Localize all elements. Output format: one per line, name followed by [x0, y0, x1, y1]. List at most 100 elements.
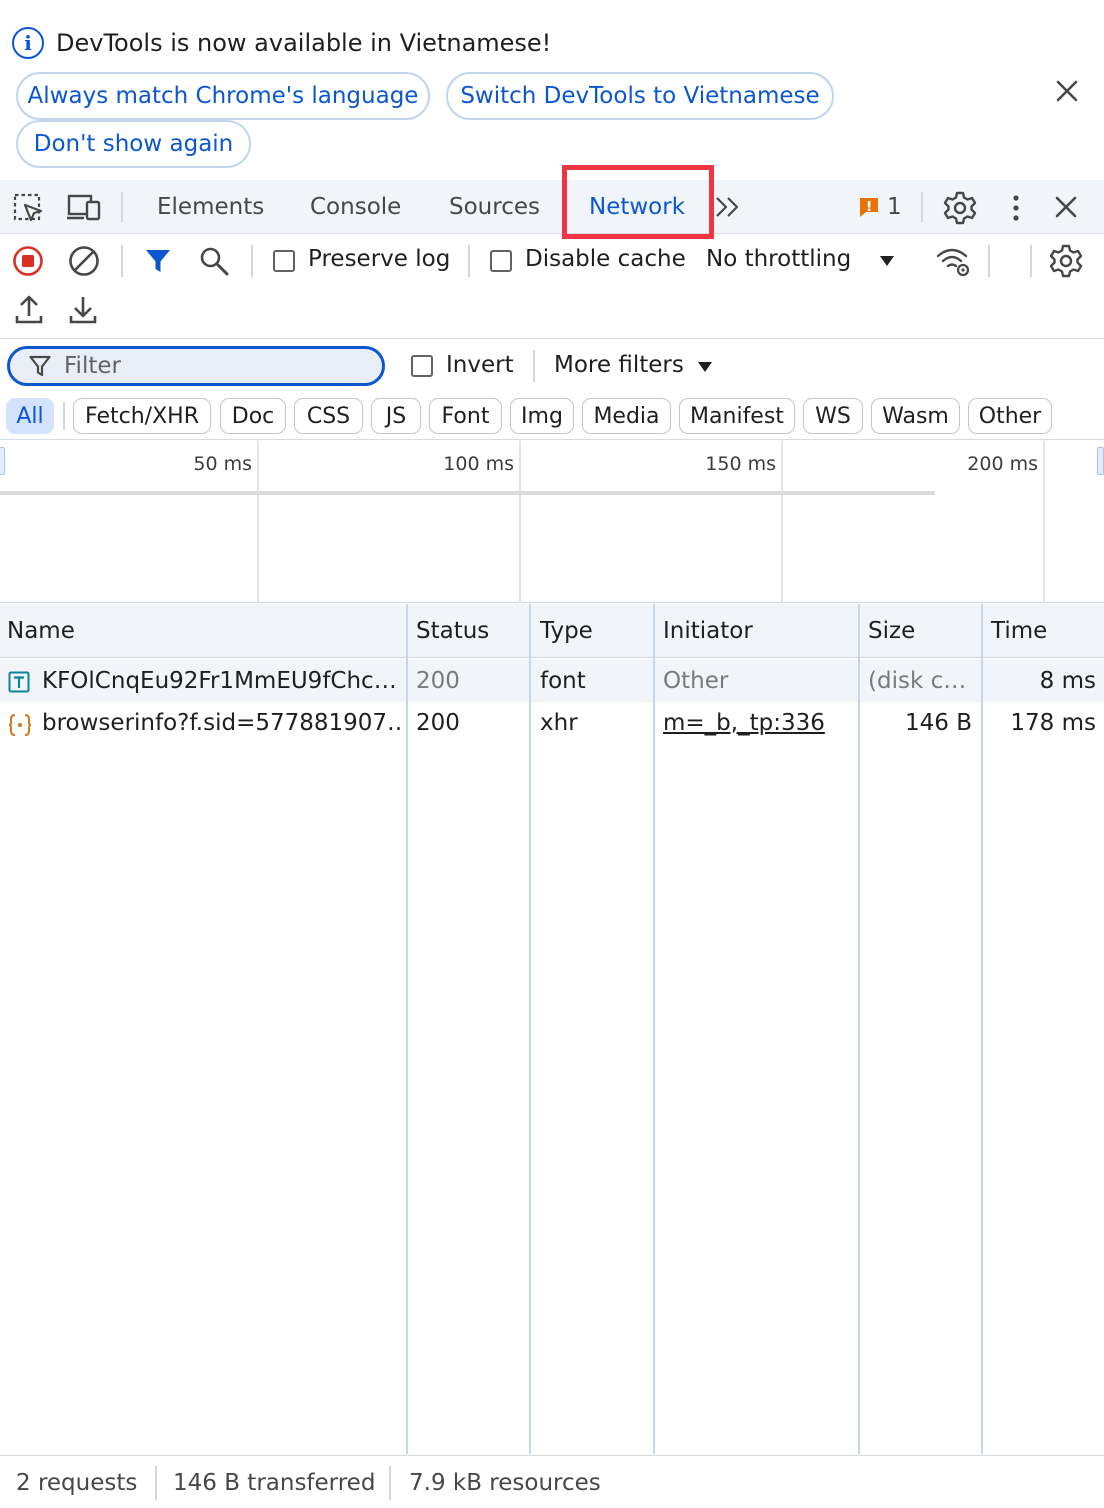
- info-icon: i: [12, 27, 44, 59]
- column-divider[interactable]: [981, 604, 983, 1454]
- filter-funnel-icon[interactable]: [142, 244, 174, 278]
- network-conditions-wifi-icon[interactable]: [934, 243, 974, 279]
- summary-separator: [389, 1466, 391, 1500]
- network-toolbar: Preserve log Disable cache No throttling: [0, 235, 1104, 339]
- chip-media[interactable]: Media: [582, 398, 671, 434]
- column-header-time[interactable]: Time: [991, 604, 1047, 658]
- tab-elements[interactable]: Elements: [157, 180, 264, 234]
- close-devtools-icon[interactable]: [1048, 189, 1084, 225]
- column-header-initiator[interactable]: Initiator: [663, 604, 753, 658]
- chip-img[interactable]: Img: [510, 398, 574, 434]
- chip-js[interactable]: JS: [371, 398, 421, 434]
- timeline-gridline: [781, 441, 783, 603]
- resources-size: 7.9 kB resources: [409, 1469, 601, 1496]
- tabbar-separator: [921, 192, 923, 222]
- column-header-type[interactable]: Type: [540, 604, 593, 658]
- column-divider[interactable]: [858, 604, 860, 1454]
- table-row[interactable]: browserinfo?f.sid=577881907… 200 xhr m=_…: [0, 702, 1104, 744]
- request-name[interactable]: browserinfo?f.sid=577881907…: [42, 702, 400, 744]
- chip-other[interactable]: Other: [968, 398, 1052, 434]
- chip-css[interactable]: CSS: [294, 398, 363, 434]
- column-header-name[interactable]: Name: [7, 604, 75, 658]
- chip-ws[interactable]: WS: [803, 398, 863, 434]
- device-toolbar-icon[interactable]: [66, 190, 102, 226]
- disable-cache-checkbox[interactable]: [490, 250, 512, 272]
- table-row[interactable]: KFOlCnqEu92Fr1MmEU9fChc… 200 font Other …: [0, 660, 1104, 702]
- requests-table: Name Status Type Initiator Size Time KFO…: [0, 604, 1104, 1454]
- inspect-element-icon[interactable]: [10, 190, 46, 226]
- chip-wasm[interactable]: Wasm: [871, 398, 960, 434]
- resource-type-filter-bar: All Fetch/XHR Doc CSS JS Font Img Media …: [0, 394, 1104, 440]
- throttling-dropdown-arrow-icon[interactable]: [876, 251, 898, 271]
- record-stop-icon[interactable]: [10, 243, 46, 279]
- request-initiator: Other: [663, 668, 729, 694]
- infobar-close-icon[interactable]: [1050, 74, 1084, 108]
- toolbar-separator: [1030, 245, 1032, 277]
- more-filters-arrow-icon[interactable]: [694, 358, 716, 376]
- tab-console[interactable]: Console: [310, 180, 401, 234]
- filter-funnel-icon: [29, 355, 51, 377]
- more-filters-dropdown[interactable]: More filters: [554, 352, 684, 378]
- more-tabs-chevron-icon[interactable]: [712, 192, 744, 222]
- xhr-braces-icon: [8, 713, 32, 736]
- dont-show-again-button[interactable]: Don't show again: [16, 120, 251, 168]
- column-header-size[interactable]: Size: [868, 604, 915, 658]
- search-icon[interactable]: [197, 244, 231, 278]
- devtools-tab-bar: Elements Console Sources Network 1: [0, 180, 1104, 234]
- request-time: 178 ms: [1010, 710, 1096, 736]
- request-count: 2 requests: [16, 1469, 138, 1496]
- summary-separator: [155, 1466, 157, 1500]
- toolbar-separator: [988, 245, 990, 277]
- issues-warning-icon[interactable]: [856, 194, 882, 220]
- customize-menu-icon[interactable]: [1000, 190, 1032, 226]
- tab-sources[interactable]: Sources: [449, 180, 540, 234]
- timeline-tick-label: 50 ms: [193, 453, 252, 475]
- toolbar-separator: [468, 245, 470, 277]
- timeline-gridline: [1043, 441, 1045, 603]
- font-file-icon: [8, 671, 30, 693]
- column-divider[interactable]: [529, 604, 531, 1454]
- chip-doc[interactable]: Doc: [220, 398, 286, 434]
- clear-log-icon[interactable]: [66, 243, 102, 279]
- request-initiator-link[interactable]: m=_b,_tp:336: [663, 702, 843, 744]
- network-settings-gear-icon[interactable]: [1047, 242, 1085, 280]
- export-har-download-icon[interactable]: [66, 293, 100, 327]
- infobar-message: DevTools is now available in Vietnamese!: [56, 29, 552, 57]
- request-type: xhr: [540, 710, 578, 736]
- preserve-log-checkbox[interactable]: [273, 250, 295, 272]
- timeline-left-handle[interactable]: [0, 447, 5, 475]
- invert-checkbox[interactable]: [411, 355, 433, 377]
- transferred-size: 146 B transferred: [173, 1469, 376, 1496]
- switch-to-vietnamese-button[interactable]: Switch DevTools to Vietnamese: [446, 72, 834, 120]
- column-header-status[interactable]: Status: [416, 604, 489, 658]
- timeline-tick-label: 150 ms: [705, 453, 776, 475]
- throttling-select[interactable]: No throttling: [706, 246, 851, 272]
- filter-row: Filter Invert More filters: [0, 340, 1104, 394]
- network-overview-timeline[interactable]: 50 ms 100 ms 150 ms 200 ms: [0, 441, 1104, 603]
- toolbar-separator: [121, 245, 123, 277]
- timeline-right-handle[interactable]: [1097, 447, 1104, 475]
- chip-fetch-xhr[interactable]: Fetch/XHR: [73, 398, 211, 434]
- request-name[interactable]: KFOlCnqEu92Fr1MmEU9fChc…: [42, 660, 400, 702]
- invert-label[interactable]: Invert: [446, 352, 514, 378]
- toolbar-separator: [251, 245, 253, 277]
- network-summary-bar: 2 requests 146 B transferred 7.9 kB reso…: [0, 1455, 1104, 1508]
- chip-manifest[interactable]: Manifest: [679, 398, 795, 434]
- chip-font[interactable]: Font: [429, 398, 502, 434]
- settings-gear-icon[interactable]: [941, 189, 979, 227]
- import-har-upload-icon[interactable]: [12, 293, 46, 327]
- always-match-language-button[interactable]: Always match Chrome's language: [16, 72, 430, 120]
- request-size: 146 B: [905, 710, 972, 736]
- network-tab-highlight-box: [562, 165, 714, 239]
- filter-input[interactable]: Filter: [7, 346, 385, 386]
- issues-count[interactable]: 1: [887, 180, 902, 234]
- timeline-divider: [0, 491, 935, 495]
- disable-cache-label[interactable]: Disable cache: [525, 246, 686, 272]
- preserve-log-label[interactable]: Preserve log: [308, 246, 450, 272]
- request-size: (disk c…: [868, 668, 967, 694]
- column-divider[interactable]: [406, 604, 408, 1454]
- request-type: font: [540, 668, 586, 694]
- column-divider[interactable]: [653, 604, 655, 1454]
- infobar-message-row: i DevTools is now available in Vietnames…: [12, 26, 551, 60]
- chip-all[interactable]: All: [6, 398, 54, 434]
